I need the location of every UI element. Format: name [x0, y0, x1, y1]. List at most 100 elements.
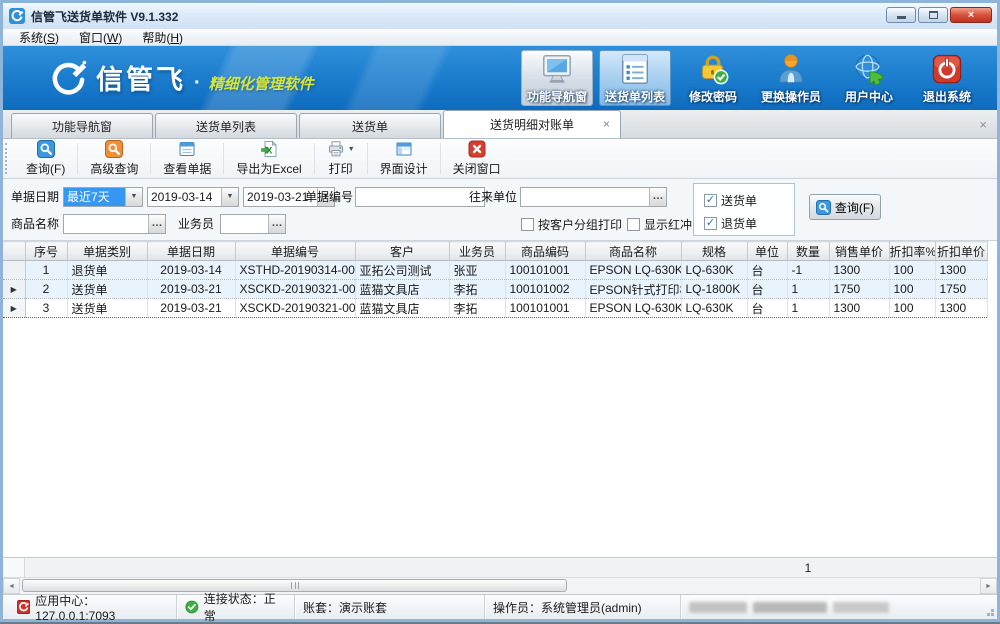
- table-row[interactable]: ▶3送货单2019-03-21XSCKD-20190321-0002蓝猫文具店李…: [3, 299, 987, 318]
- column-header[interactable]: 商品名称: [585, 242, 681, 261]
- date-from-select[interactable]: 2019-03-14▼: [147, 187, 239, 207]
- column-header[interactable]: 折扣单价: [935, 242, 987, 261]
- toolbar-button-view-doc[interactable]: 查看单据: [151, 139, 223, 178]
- tab-strip: 功能导航窗 送货单列表 送货单 送货明细对账单 × ×: [3, 110, 997, 139]
- toolbar-button-label: 界面设计: [380, 160, 428, 177]
- row-selector[interactable]: ▶: [3, 280, 25, 299]
- tab-close-icon[interactable]: ×: [603, 117, 610, 131]
- chevron-down-icon[interactable]: ▼: [221, 188, 238, 206]
- cell: 台: [747, 280, 787, 299]
- banner-button-power[interactable]: 退出系统: [911, 50, 983, 106]
- tab-label: 送货单列表: [196, 118, 256, 135]
- checkbox-box[interactable]: [627, 218, 640, 231]
- cell: 1300: [935, 299, 987, 318]
- column-header[interactable]: 数量: [787, 242, 829, 261]
- group-by-customer-checkbox[interactable]: 按客户分组打印: [521, 216, 622, 232]
- cell: LQ-630K: [681, 261, 747, 280]
- maximize-button[interactable]: [918, 7, 948, 23]
- view-doc-icon: [178, 140, 196, 158]
- checkbox-box[interactable]: ✓: [704, 217, 717, 230]
- toolbar-button-label: 查看单据: [163, 160, 211, 177]
- brand-logo-icon: [48, 58, 88, 98]
- tabstrip-close-icon[interactable]: ×: [979, 117, 987, 132]
- column-header[interactable]: 单据编号: [235, 242, 355, 261]
- tab-label: 送货明细对账单: [490, 116, 574, 133]
- query-button[interactable]: 查询(F): [809, 194, 881, 220]
- salesman-lookup-button[interactable]: …: [268, 215, 285, 233]
- status-bar: 应用中心：127.0.0.1:7093 连接状态：正常 账套：演示账套 操作员：…: [3, 594, 997, 619]
- return-bill-checkbox[interactable]: ✓ 退货单: [704, 215, 757, 231]
- banner-button-list[interactable]: 送货单列表: [599, 50, 671, 106]
- column-header[interactable]: 规格: [681, 242, 747, 261]
- tab-1[interactable]: 功能导航窗: [11, 113, 153, 138]
- toolbar-button-search-orange[interactable]: 高级查询: [78, 139, 150, 178]
- table-row[interactable]: 1退货单2019-03-14XSTHD-20190314-0001亚拓公司测试张…: [3, 261, 987, 280]
- product-input[interactable]: [64, 215, 148, 233]
- resize-grip[interactable]: [984, 606, 994, 616]
- bill-type-groupbox: ✓ 送货单 ✓ 退货单: [693, 183, 795, 236]
- column-header[interactable]: 单据类别: [67, 242, 147, 261]
- banner-button-monitor[interactable]: 功能导航窗: [521, 50, 593, 106]
- toolbar-button-printer[interactable]: ▼打印: [315, 139, 367, 178]
- cell: EPSON LQ-630K: [585, 261, 681, 280]
- cell: 100: [889, 299, 935, 318]
- scroll-left-button[interactable]: ◄: [3, 578, 20, 594]
- toolbar-grip[interactable]: [5, 143, 12, 174]
- salesman-input[interactable]: [221, 215, 268, 233]
- search-orange-icon: [105, 140, 123, 158]
- cell: XSCKD-20190321-0002: [235, 299, 355, 318]
- delivery-bill-checkbox[interactable]: ✓ 送货单: [704, 192, 757, 208]
- column-header[interactable]: 销售单价: [829, 242, 889, 261]
- column-header[interactable]: 单据日期: [147, 242, 235, 261]
- column-header[interactable]: 商品编码: [505, 242, 585, 261]
- menu-item-H[interactable]: 帮助(H): [134, 29, 191, 46]
- checkbox-box[interactable]: [521, 218, 534, 231]
- column-header[interactable]: 客户: [355, 242, 449, 261]
- checkbox-box[interactable]: ✓: [704, 194, 717, 207]
- toolbar-button-design[interactable]: 界面设计: [368, 139, 440, 178]
- close-red-icon: [468, 140, 486, 158]
- title-bar: 信管飞送货单软件 V9.1.332 ×: [3, 3, 997, 29]
- scroll-right-button[interactable]: ►: [980, 578, 997, 594]
- column-header[interactable]: 折扣率%: [889, 242, 935, 261]
- status-app-center: 应用中心：127.0.0.1:7093: [9, 595, 177, 619]
- minimize-button[interactable]: [886, 7, 916, 23]
- cell: 1: [25, 261, 67, 280]
- banner-button-lock[interactable]: 修改密码: [677, 50, 749, 106]
- tab-3[interactable]: 送货单: [299, 113, 441, 138]
- column-header[interactable]: 单位: [747, 242, 787, 261]
- chevron-down-icon[interactable]: ▼: [348, 146, 355, 153]
- toolbar-button-search-blue[interactable]: 查询(F): [14, 139, 77, 178]
- bill-no-input[interactable]: [356, 188, 484, 206]
- partner-lookup-button[interactable]: …: [649, 188, 666, 206]
- cell: 100101001: [505, 261, 585, 280]
- cell: -1: [787, 261, 829, 280]
- partner-input[interactable]: [521, 188, 649, 206]
- banner-button-operator[interactable]: 更换操作员: [755, 50, 827, 106]
- column-header[interactable]: 业务员: [449, 242, 505, 261]
- close-button[interactable]: ×: [950, 7, 992, 23]
- scrollbar-thumb[interactable]: [22, 579, 567, 592]
- tab-4[interactable]: 送货明细对账单 ×: [443, 110, 621, 138]
- toolbar-button-label: 关闭窗口: [453, 160, 501, 177]
- banner-button-globe[interactable]: 用户中心: [833, 50, 905, 106]
- table-row[interactable]: ▶2送货单2019-03-21XSCKD-20190321-0002蓝猫文具店李…: [3, 280, 987, 299]
- show-red-checkbox[interactable]: 显示红冲: [627, 216, 692, 232]
- banner-button-label: 功能导航窗: [527, 88, 587, 105]
- menu-item-S[interactable]: 系统(S): [11, 29, 67, 46]
- toolbar-icon-row: [468, 140, 486, 158]
- cell: 1: [787, 280, 829, 299]
- cell: XSCKD-20190321-0002: [235, 280, 355, 299]
- summary-selector-cell: [3, 558, 25, 577]
- row-selector[interactable]: [3, 261, 25, 280]
- cell: 1300: [829, 261, 889, 280]
- product-lookup-button[interactable]: …: [148, 215, 165, 233]
- row-selector[interactable]: ▶: [3, 299, 25, 318]
- tab-2[interactable]: 送货单列表: [155, 113, 297, 138]
- toolbar-button-excel[interactable]: X导出为Excel: [224, 139, 313, 178]
- column-header[interactable]: 序号: [25, 242, 67, 261]
- menu-item-W[interactable]: 窗口(W): [71, 29, 130, 46]
- toolbar-button-close-red[interactable]: 关闭窗口: [441, 139, 513, 178]
- date-preset-select[interactable]: 最近7天▼: [63, 187, 143, 207]
- chevron-down-icon[interactable]: ▼: [125, 188, 142, 206]
